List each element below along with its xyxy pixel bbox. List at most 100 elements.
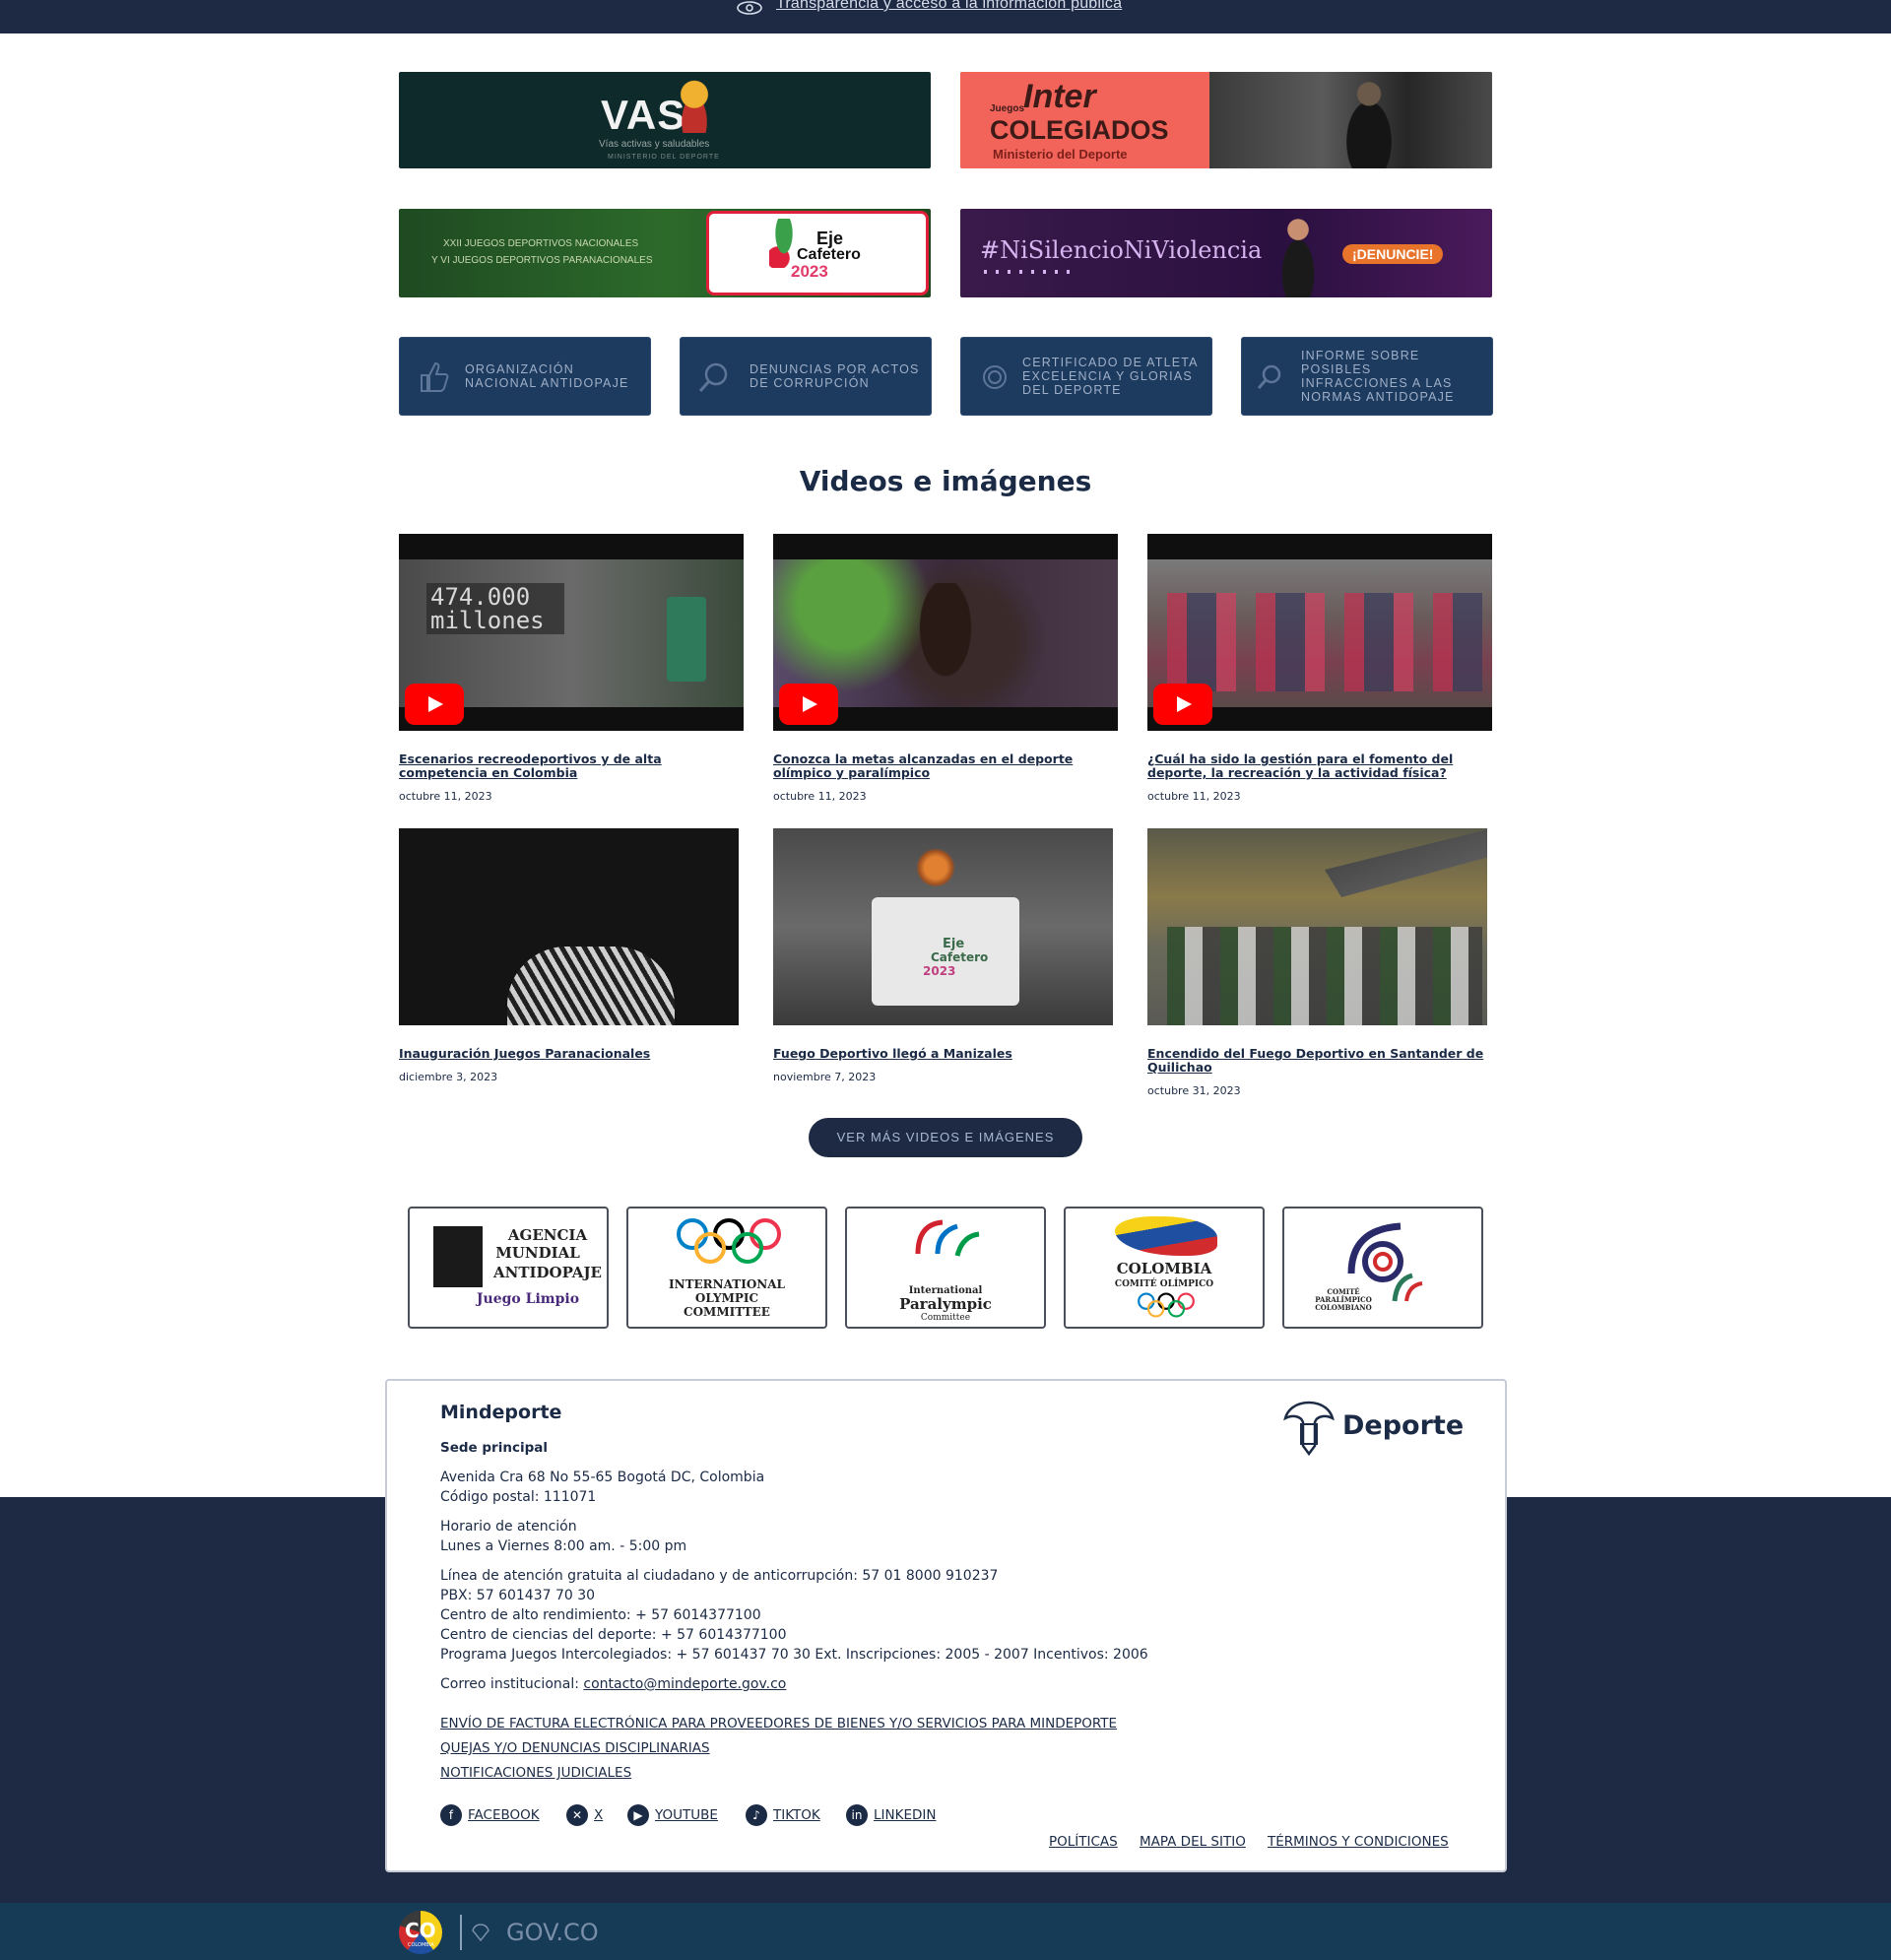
quick-link-antidopaje[interactable]: ORGANIZACIÓN NACIONAL ANTIDOPAJE	[399, 337, 651, 416]
legal-terminos[interactable]: TÉRMINOS Y CONDICIONES	[1268, 1834, 1449, 1850]
video-thumbnail[interactable]	[773, 534, 1118, 731]
co-logo-text: CO	[405, 1919, 436, 1942]
partner-text: COLOMBIANO	[1315, 1303, 1372, 1312]
footer-email-link[interactable]: contacto@mindeporte.gov.co	[583, 1676, 786, 1692]
partner-text: COMITÉ OLÍMPICO	[1114, 1279, 1214, 1289]
social-label: X	[594, 1807, 604, 1823]
intercolegiados-colegiados: COLEGIADOS	[990, 115, 1169, 145]
quick-link-certificado[interactable]: CERTIFICADO DE ATLETA EXCELENCIA Y GLORI…	[960, 337, 1212, 416]
footer-line: Línea de atención gratuita al ciudadano …	[440, 1568, 999, 1584]
person-figure	[901, 583, 990, 711]
legal-mapa[interactable]: MAPA DEL SITIO	[1140, 1834, 1246, 1850]
play-icon[interactable]	[405, 684, 464, 725]
image-title[interactable]: Fuego Deportivo llegó a Manizales	[773, 1047, 1113, 1061]
intercolegiados-banner[interactable]: Juegos Inter COLEGIADOS Ministerio del D…	[960, 72, 1492, 168]
intercolegiados-inter: Inter	[1023, 78, 1096, 115]
video-thumbnail[interactable]: 474.000 millones	[399, 534, 744, 731]
partner-text: OLYMPIC	[694, 1291, 759, 1305]
partner-logo-ipc[interactable]: International Paralympic Committee	[845, 1207, 1046, 1329]
juegos-nacionales-banner[interactable]: XXII JUEGOS DEPORTIVOS NACIONALES Y VI J…	[399, 209, 931, 297]
thumbs-up-icon	[421, 361, 449, 392]
partner-text: Paralympic	[899, 1295, 992, 1313]
more-videos-button[interactable]: VER MÁS VIDEOS E IMÁGENES	[809, 1118, 1082, 1157]
video-date: octubre 11, 2023	[399, 790, 492, 803]
intercolegiados-ministry: Ministerio del Deporte	[993, 147, 1128, 162]
torch-flame	[916, 848, 955, 887]
video-title[interactable]: ¿Cuál ha sido la gestión para el fomento…	[1147, 752, 1492, 780]
footer-link-notificaciones[interactable]: NOTIFICACIONES JUDICIALES	[440, 1763, 631, 1783]
linkedin-icon: in	[846, 1804, 868, 1826]
play-icon[interactable]	[1153, 684, 1212, 725]
footer-postal: Código postal: 111071	[440, 1489, 597, 1505]
kiosk-figure	[667, 597, 706, 682]
video-title[interactable]: Escenarios recreodeportivos y de alta co…	[399, 752, 744, 780]
ni-silencio-banner[interactable]: #NiSilencioNiViolencia ¡DENUNCIE!	[960, 209, 1492, 297]
partner-text: ANTIDOPAJE	[493, 1264, 602, 1281]
social-label: LINKEDIN	[874, 1807, 937, 1823]
eye-icon	[737, 1, 762, 15]
top-bar: Transparencia y acceso a la información …	[0, 0, 1891, 33]
video-date: octubre 11, 2023	[773, 790, 867, 803]
olympic-rings-icon	[677, 1218, 781, 1264]
youtube-icon: ▶	[627, 1804, 649, 1826]
juegos-line2: Y VI JUEGOS DEPORTIVOS PARANACIONALES	[431, 255, 653, 266]
image-card: Eje Cafetero 2023 Fuego Deportivo llegó …	[773, 828, 1113, 1083]
footer-link-factura[interactable]: ENVÍO DE FACTURA ELECTRÓNICA PARA PROVEE…	[440, 1714, 1117, 1733]
partner-logo-coc[interactable]: COLOMBIA COMITÉ OLÍMPICO	[1064, 1207, 1265, 1329]
social-label: TIKTOK	[773, 1807, 820, 1823]
player-figure	[1335, 80, 1403, 168]
image-thumbnail[interactable]	[1147, 828, 1487, 1025]
legal-politicas[interactable]: POLÍTICAS	[1049, 1834, 1118, 1850]
footer-logo-text: Deporte	[1342, 1410, 1465, 1441]
co-logo-subtext: COLOMBIA	[408, 1942, 434, 1948]
search-icon	[1257, 364, 1281, 389]
video-thumbnail[interactable]	[1147, 534, 1492, 731]
video-title[interactable]: Conozca la metas alcanzadas en el deport…	[773, 752, 1118, 780]
tiktok-icon: ♪	[746, 1804, 767, 1826]
image-title[interactable]: Encendido del Fuego Deportivo en Santand…	[1147, 1047, 1487, 1075]
image-thumbnail[interactable]: Eje Cafetero 2023	[773, 828, 1113, 1025]
olympic-rings-small-icon	[1138, 1292, 1195, 1318]
footer-hours-label: Horario de atención	[440, 1519, 577, 1535]
paralympic-agitos-icon	[915, 1219, 980, 1257]
social-facebook[interactable]: f FACEBOOK	[440, 1804, 540, 1826]
footer-org: Mindeporte	[440, 1402, 562, 1423]
social-tiktok[interactable]: ♪ TIKTOK	[746, 1804, 820, 1826]
medal-icon	[983, 365, 1007, 389]
image-title[interactable]: Inauguración Juegos Paranacionales	[399, 1047, 739, 1061]
quick-link-label: DENUNCIAS POR ACTOS DE CORRUPCIÓN	[750, 362, 920, 390]
vas-figure-icon	[673, 78, 716, 133]
vas-ministry: MINISTERIO DEL DEPORTE	[608, 154, 720, 161]
stadium-roof	[1325, 828, 1487, 897]
footer-address: Avenida Cra 68 No 55-65 Bogotá DC, Colom…	[440, 1470, 765, 1485]
partner-logo-cpc[interactable]: COMITÉ PARALÍMPICO COLOMBIANO	[1282, 1207, 1483, 1329]
social-x[interactable]: ✕ X	[566, 1804, 603, 1826]
cauldron-logo2: Cafetero	[931, 950, 989, 964]
facebook-icon: f	[440, 1804, 462, 1826]
video-card: ¿Cuál ha sido la gestión para el fomento…	[1147, 534, 1492, 803]
image-card: Inauguración Juegos Paranacionales dicie…	[399, 828, 739, 1083]
footer-alto: Centro de alto rendimiento: + 57 6014377…	[440, 1607, 761, 1623]
coat-of-arms-icon	[1283, 1401, 1335, 1457]
partner-text: AGENCIA	[507, 1226, 588, 1244]
quick-link-infracciones[interactable]: INFORME SOBRE POSIBLES INFRACCIONES A LA…	[1241, 337, 1493, 416]
partner-logo-ioc[interactable]: INTERNATIONAL OLYMPIC COMMITTEE	[626, 1207, 827, 1329]
footer-ciencias: Centro de ciencias del deporte: + 57 601…	[440, 1627, 787, 1643]
video-card: Conozca la metas alcanzadas en el deport…	[773, 534, 1118, 803]
partner-text: COLOMBIA	[1116, 1260, 1212, 1277]
footer-link-quejas[interactable]: QUEJAS Y/O DENUNCIAS DISCIPLINARIAS	[440, 1738, 710, 1758]
play-icon[interactable]	[779, 684, 838, 725]
social-youtube[interactable]: ▶ YOUTUBE	[627, 1804, 718, 1826]
juegos-line1: XXII JUEGOS DEPORTIVOS NACIONALES	[443, 238, 639, 249]
section-title: Videos e imágenes	[799, 465, 1092, 497]
image-thumbnail[interactable]	[399, 828, 739, 1025]
footer-card: Mindeporte Sede principal Avenida Cra 68…	[385, 1379, 1507, 1872]
footer-sede: Sede principal	[440, 1440, 548, 1456]
social-linkedin[interactable]: in LINKEDIN	[846, 1804, 936, 1826]
gov-co-text: GOV.CO	[506, 1919, 599, 1946]
vas-banner[interactable]: VAS Vías activas y saludables MINISTERIO…	[399, 72, 931, 168]
transparency-link[interactable]: Transparencia y acceso a la información …	[776, 0, 1122, 13]
partner-logo-agencia[interactable]: AGENCIA MUNDIAL ANTIDOPAJE Juego Limpio	[408, 1207, 609, 1329]
colombia-flag-swoosh	[1115, 1216, 1217, 1256]
quick-link-corrupcion[interactable]: DENUNCIAS POR ACTOS DE CORRUPCIÓN	[680, 337, 932, 416]
